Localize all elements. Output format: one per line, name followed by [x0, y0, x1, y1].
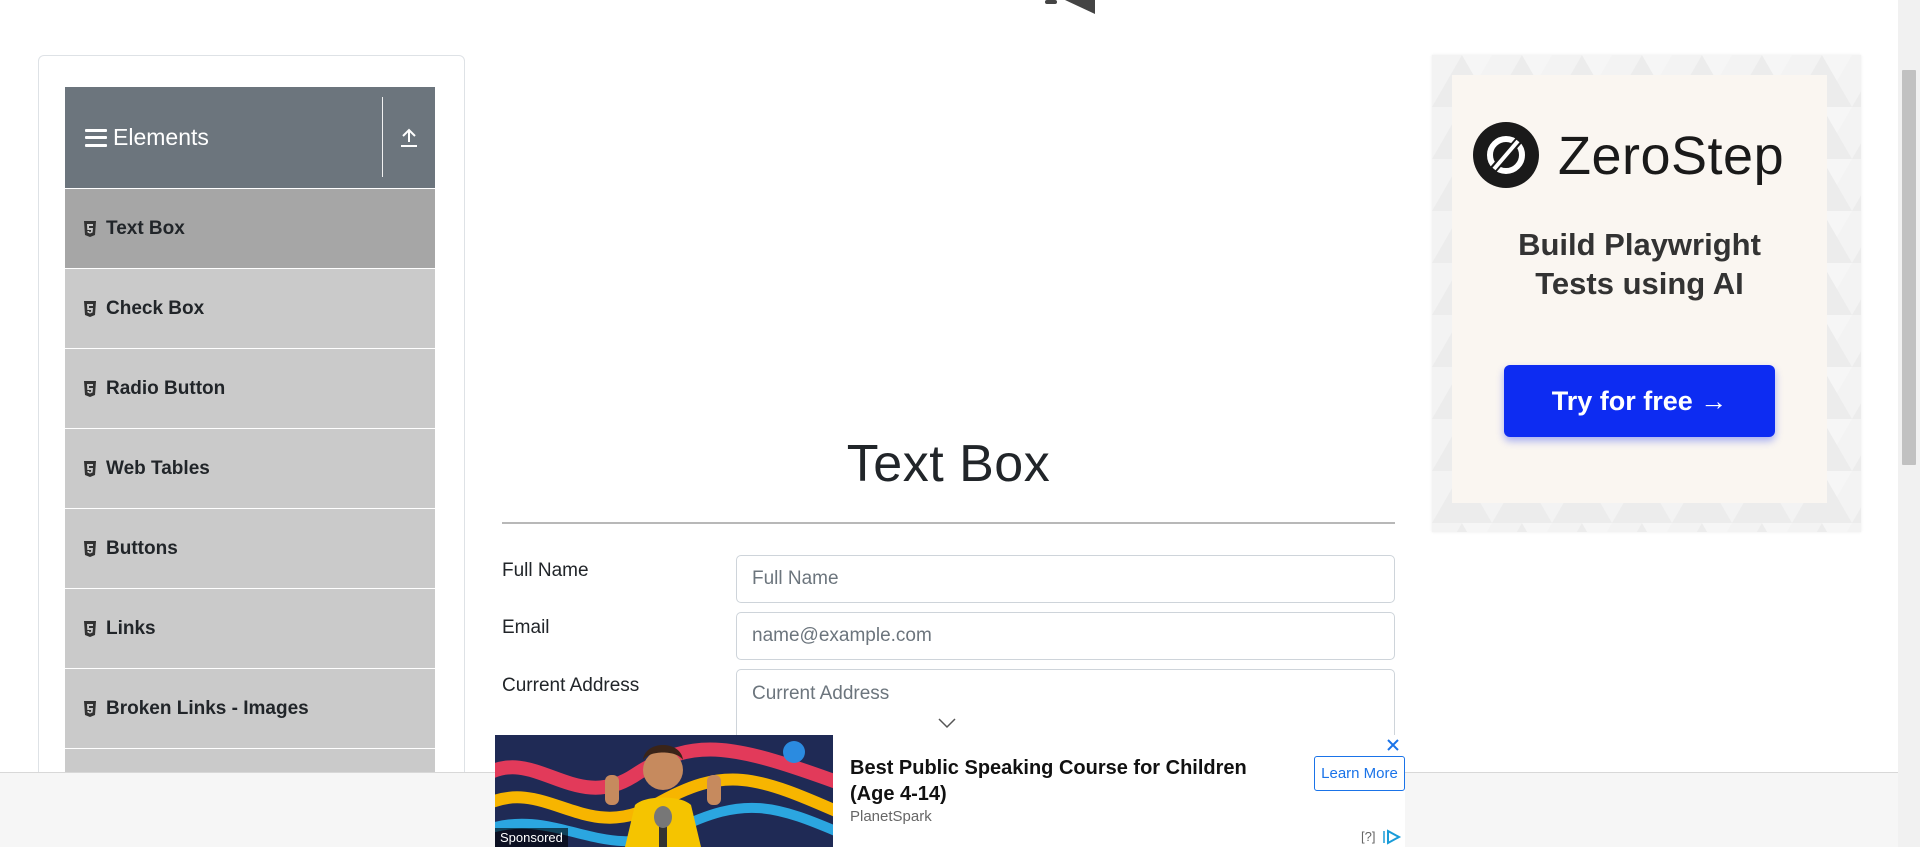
- html5-icon: [83, 700, 97, 717]
- sidebar-item-web-tables[interactable]: Web Tables: [65, 428, 435, 508]
- sidebar-item-label: Links: [106, 617, 156, 639]
- ad-brand: PlanetSpark: [850, 808, 932, 825]
- sidebar-item-label: Check Box: [106, 297, 205, 319]
- html5-icon: [83, 620, 97, 637]
- email-label: Email: [502, 617, 550, 638]
- sidebar-item-broken-links-images[interactable]: Broken Links - Images: [65, 668, 435, 748]
- tagline-line-1: Build Playwright: [1518, 227, 1761, 262]
- elements-menu: Text Box Check Box Radio Button Web Tabl…: [65, 188, 435, 828]
- hamburger-icon: [85, 128, 107, 147]
- learn-more-button[interactable]: Learn More: [1314, 756, 1405, 791]
- page-title: Text Box: [846, 435, 1051, 493]
- sidebar-item-buttons[interactable]: Buttons: [65, 508, 435, 588]
- heading-divider: [502, 522, 1395, 524]
- html5-icon: [83, 220, 97, 237]
- ad-headline[interactable]: Best Public Speaking Course for Children…: [850, 755, 1290, 807]
- sidebar-item-radio-button[interactable]: Radio Button: [65, 348, 435, 428]
- adchoices-icon[interactable]: [1382, 829, 1402, 845]
- bottom-ad[interactable]: Sponsored Best Public Speaking Course fo…: [495, 735, 1405, 847]
- html5-icon: [83, 300, 97, 317]
- html5-icon: [83, 380, 97, 397]
- try-for-free-button[interactable]: Try for free →: [1504, 365, 1775, 437]
- sidebar-item-check-box[interactable]: Check Box: [65, 268, 435, 348]
- sidebar-item-label: Radio Button: [106, 377, 226, 399]
- elements-group-header[interactable]: Elements: [65, 87, 435, 188]
- sidebar-item-links[interactable]: Links: [65, 588, 435, 668]
- ad-image: Sponsored: [495, 735, 833, 847]
- email-input[interactable]: [736, 612, 1395, 660]
- ad-tagline: Build Playwright Tests using AI: [1452, 225, 1827, 303]
- group-title: Elements: [113, 124, 209, 150]
- ad-content: ZeroStep Build Playwright Tests using AI…: [1452, 75, 1827, 503]
- collapse-button[interactable]: [383, 87, 435, 188]
- full-name-label: Full Name: [502, 560, 589, 581]
- chevron-down-icon: [938, 718, 956, 729]
- zerostep-logo-icon: [1473, 122, 1539, 188]
- close-icon[interactable]: [1385, 737, 1401, 753]
- sidebar-item-label: Buttons: [106, 537, 178, 559]
- brand-name: ZeroStep: [1558, 126, 1785, 186]
- ad-info-link[interactable]: [?]: [1361, 829, 1375, 844]
- zerostep-ad[interactable]: ZeroStep Build Playwright Tests using AI…: [1432, 55, 1861, 532]
- sidebar-item-label: Text Box: [106, 217, 185, 239]
- html5-icon: [83, 540, 97, 557]
- tagline-line-2: Tests using AI: [1535, 266, 1744, 301]
- scrollbar-thumb[interactable]: [1902, 70, 1916, 465]
- sidebar-item-label: Web Tables: [106, 457, 210, 479]
- site-logo-fragment: [1045, 0, 1095, 14]
- html5-icon: [83, 460, 97, 477]
- current-address-label: Current Address: [502, 675, 640, 696]
- sidebar-item-text-box[interactable]: Text Box: [65, 188, 435, 268]
- full-name-input[interactable]: [736, 555, 1395, 603]
- sidebar-item-label: Broken Links - Images: [106, 697, 309, 719]
- sponsored-label: Sponsored: [495, 828, 568, 847]
- upload-arrow-icon: [401, 128, 417, 147]
